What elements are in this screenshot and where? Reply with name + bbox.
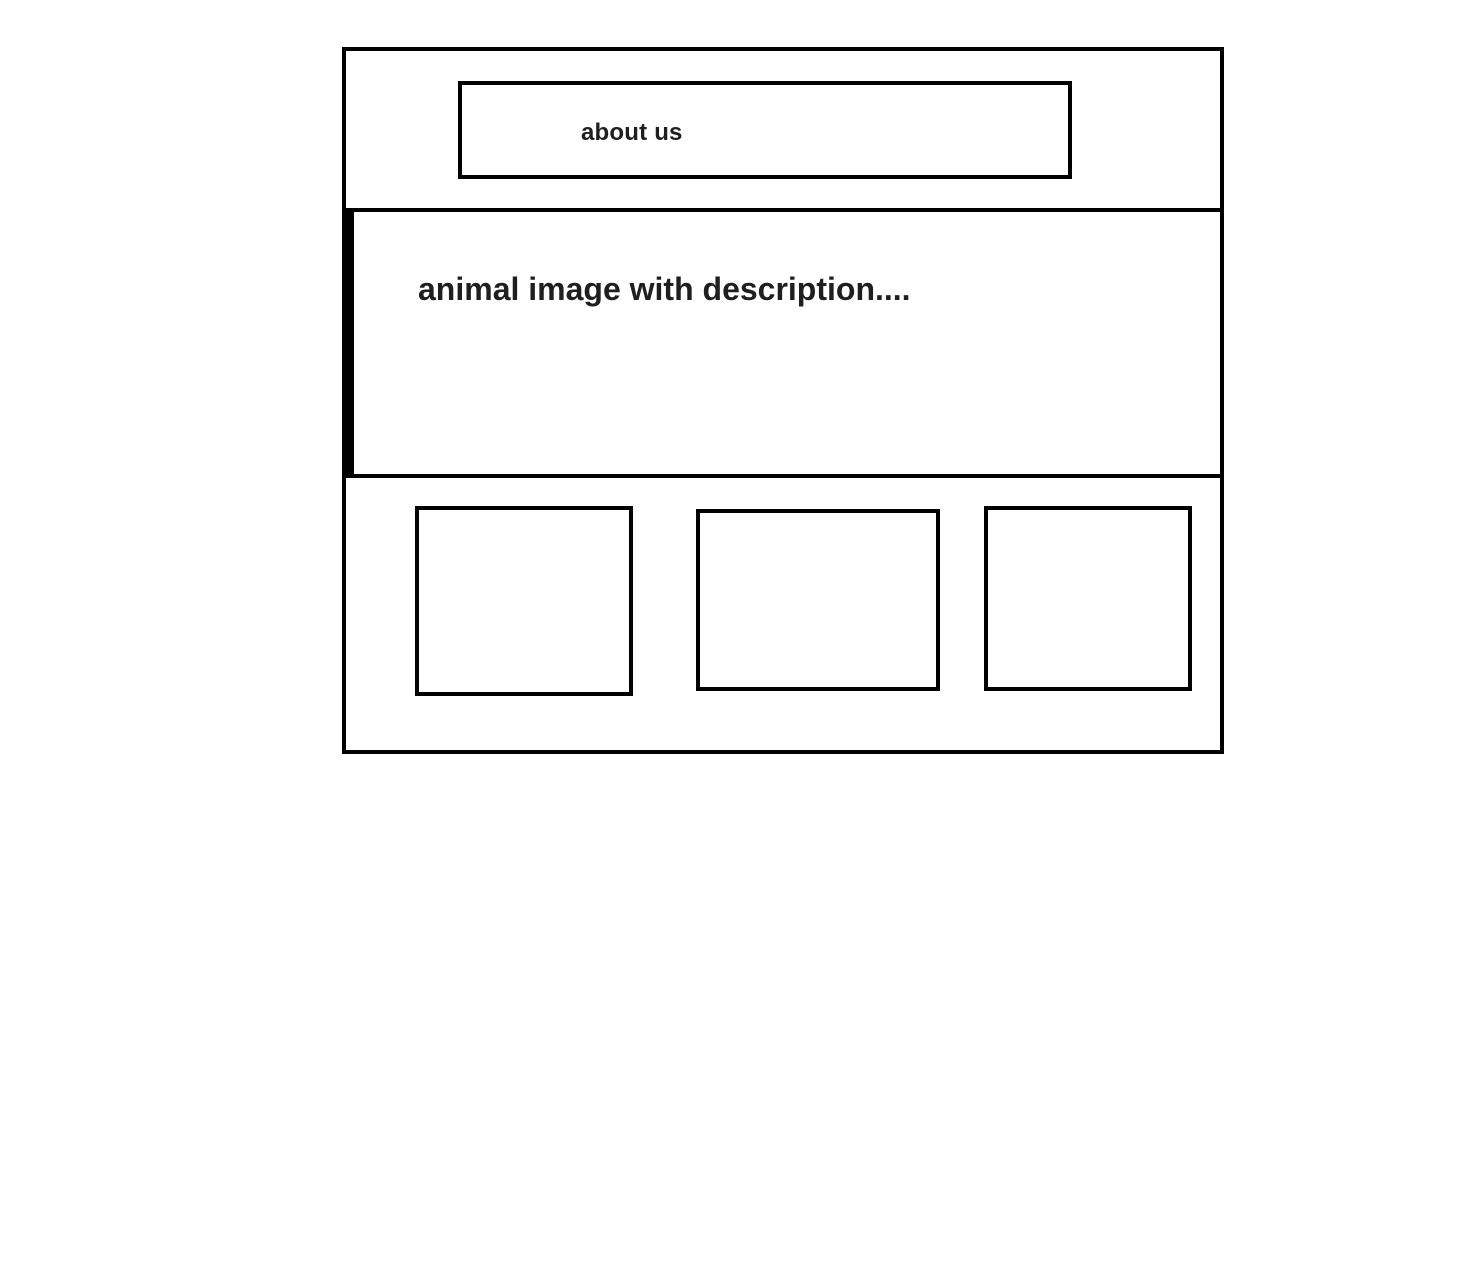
about-us-label[interactable]: about us [581,119,683,147]
gallery-divider [346,474,1220,478]
gallery-thumbnail-1[interactable] [415,506,633,696]
header-divider [346,208,1220,212]
wireframe-frame: about us animal image with description..… [342,47,1224,754]
hero-description: animal image with description.... [418,271,911,307]
hero-left-edge [346,208,354,478]
header-nav-box[interactable]: about us [458,81,1072,179]
gallery-thumbnail-3[interactable] [984,506,1192,691]
gallery-thumbnail-2[interactable] [696,509,940,691]
